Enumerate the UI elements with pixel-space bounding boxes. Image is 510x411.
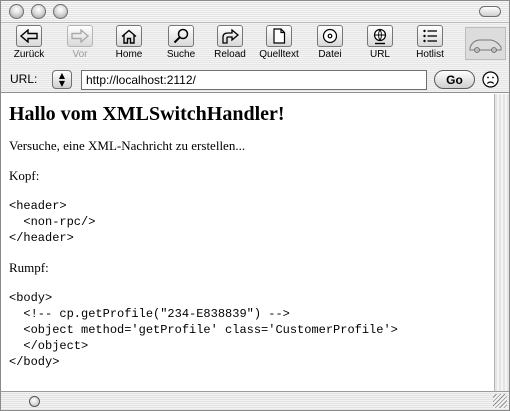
body-label: Rumpf:: [9, 260, 49, 275]
address-history-stepper[interactable]: ▲ ▼: [52, 70, 72, 89]
right-arrow-icon: [67, 25, 93, 47]
car-logo-icon: [469, 39, 502, 53]
hotlist-label: Hotlist: [416, 49, 444, 60]
back-button[interactable]: Zurück: [9, 25, 49, 65]
down-arrow-icon: ▼: [58, 78, 66, 88]
back-label: Zurück: [13, 49, 45, 60]
list-icon: [417, 25, 443, 47]
url-label-toolbar: URL: [369, 49, 390, 60]
toolbar-toggle-button[interactable]: [479, 6, 501, 17]
left-arrow-icon: [16, 25, 42, 47]
forward-button[interactable]: Vor: [60, 25, 100, 65]
resize-grip-icon[interactable]: [493, 394, 507, 408]
source-button[interactable]: Quelltext: [254, 25, 304, 65]
frown-face-icon: [482, 71, 499, 88]
hotlist-button[interactable]: Hotlist: [408, 25, 452, 65]
search-button[interactable]: Suche: [159, 25, 203, 65]
reload-icon: [217, 25, 243, 47]
disc-icon: [317, 25, 343, 47]
go-button[interactable]: Go: [434, 70, 475, 89]
body-code-block: <body> <!-- cp.getProfile("234-E838839")…: [9, 291, 398, 369]
minimize-window-button[interactable]: [31, 4, 46, 19]
file-button[interactable]: Datei: [310, 25, 350, 65]
url-button[interactable]: URL: [360, 25, 400, 65]
toolbar: Zurück Vor Home Suche Reload Quelltext D…: [1, 23, 509, 67]
page-heading: Hallo vom XMLSwitchHandler!: [9, 103, 285, 125]
scroll-thumb[interactable]: [29, 396, 40, 407]
globe-icon: [367, 25, 393, 47]
source-label: Quelltext: [259, 49, 299, 60]
home-button[interactable]: Home: [109, 25, 149, 65]
browser-logo: [465, 27, 506, 60]
vertical-scrollbar[interactable]: [494, 94, 509, 391]
horizontal-scrollbar[interactable]: [1, 391, 509, 410]
close-window-button[interactable]: [9, 4, 24, 19]
document-icon: [266, 25, 292, 47]
search-label: Suche: [166, 49, 196, 60]
intro-text: Versuche, eine XML-Nachricht zu erstelle…: [9, 138, 246, 153]
zoom-window-button[interactable]: [53, 4, 68, 19]
magnifier-icon: [168, 25, 194, 47]
reload-label: Reload: [214, 49, 246, 60]
house-icon: [116, 25, 142, 47]
page-content: Hallo vom XMLSwitchHandler! Versuche, ei…: [1, 94, 494, 391]
header-code-block: <header> <non-rpc/> </header>: [9, 199, 96, 245]
browser-window: Zurück Vor Home Suche Reload Quelltext D…: [0, 0, 510, 411]
title-bar: [1, 1, 509, 23]
address-bar: URL: ▲ ▼ Go: [1, 67, 509, 93]
forward-label: Vor: [72, 49, 88, 60]
file-label: Datei: [318, 49, 342, 60]
header-label: Kopf:: [9, 168, 40, 183]
reload-button[interactable]: Reload: [210, 25, 250, 65]
address-label: URL:: [10, 72, 38, 86]
address-input[interactable]: [81, 70, 427, 90]
home-label: Home: [115, 49, 143, 60]
